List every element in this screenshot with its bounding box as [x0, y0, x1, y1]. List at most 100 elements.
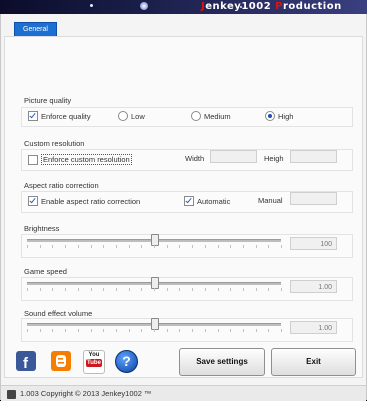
slider-tick — [115, 329, 117, 332]
enforce-resolution-checkbox[interactable]: Enforce custom resolution — [28, 154, 132, 165]
checkbox-label: Enforce custom resolution — [41, 154, 132, 165]
help-icon[interactable]: ? — [115, 350, 138, 373]
slider-tick — [27, 288, 28, 291]
slider-tick — [255, 245, 257, 248]
quality-medium-radio[interactable]: Medium — [191, 111, 231, 121]
enforce-quality-checkbox[interactable]: Enforce quality — [28, 111, 91, 121]
slider-tick — [242, 288, 244, 291]
star-decoration — [90, 4, 93, 7]
checkbox-box[interactable] — [28, 196, 38, 206]
slider-tick — [192, 288, 194, 291]
slider-tick — [217, 245, 219, 248]
slider-tick — [281, 245, 282, 248]
width-input[interactable] — [210, 150, 257, 163]
width-label: Width — [185, 154, 205, 163]
slider-tick — [77, 329, 79, 332]
checkbox-box[interactable] — [28, 154, 38, 165]
slider-tick — [217, 329, 219, 332]
slider-tick — [52, 329, 54, 332]
slider-tick — [128, 245, 130, 248]
slider-tick — [65, 288, 67, 291]
save-settings-button[interactable]: Save settings — [179, 348, 265, 376]
slider-tick — [268, 245, 270, 248]
slider-tick — [179, 288, 181, 291]
brightness-value-field[interactable]: 100 — [290, 237, 337, 250]
slider-tick — [242, 245, 244, 248]
slider-tick — [115, 288, 117, 291]
settings-window: General Picture quality Enforce quality … — [0, 14, 367, 401]
youtube-label-you: You — [88, 352, 100, 358]
game-speed-value-field[interactable]: 1.00 — [290, 280, 337, 293]
slider-tick — [192, 329, 194, 332]
exit-button[interactable]: Exit — [271, 348, 356, 376]
slider-tick — [65, 245, 67, 248]
slider-tick — [268, 288, 270, 291]
enable-aspect-checkbox[interactable]: Enable aspect ratio correction — [28, 196, 140, 206]
slider-tick — [39, 329, 41, 332]
slider-tick — [281, 329, 282, 332]
brightness-title: Brightness — [24, 224, 60, 233]
slider-tick — [204, 245, 206, 248]
slider-tick — [204, 288, 206, 291]
height-input[interactable] — [290, 150, 337, 163]
quality-high-radio[interactable]: High — [265, 111, 293, 121]
slider-tick — [204, 329, 206, 332]
help-icon-glyph: ? — [122, 353, 131, 369]
status-bar: 1.003 Copyright © 2013 Jenkey1002 ™ — [1, 385, 366, 401]
youtube-icon[interactable]: You Tube — [83, 350, 105, 374]
slider-tick — [103, 329, 105, 332]
slider-tick — [255, 288, 257, 291]
slider-tick — [128, 288, 130, 291]
slider-tick — [192, 245, 194, 248]
automatic-checkbox[interactable]: Automatic — [184, 196, 230, 206]
brightness-slider-thumb[interactable] — [151, 234, 159, 246]
checkbox-label: Automatic — [197, 196, 231, 206]
status-text: 1.003 Copyright © 2013 Jenkey1002 ™ — [20, 389, 152, 398]
slider-tick — [154, 288, 155, 291]
manual-input[interactable] — [290, 192, 337, 205]
slider-tick — [230, 245, 232, 248]
facebook-icon[interactable]: f — [16, 351, 36, 372]
blogger-icon[interactable] — [51, 351, 71, 371]
quality-low-radio[interactable]: Low — [118, 111, 145, 121]
slider-tick — [166, 329, 168, 332]
slider-tick — [128, 329, 130, 332]
youtube-label-tube: Tube — [86, 359, 102, 367]
slider-tick — [281, 288, 282, 291]
slider-tick — [103, 245, 105, 248]
custom-resolution-title: Custom resolution — [24, 139, 85, 148]
slider-tick — [166, 288, 168, 291]
game-speed-title: Game speed — [24, 267, 67, 276]
banner-title: Jenkey1002 Production — [201, 1, 342, 12]
slider-tick — [217, 288, 219, 291]
slider-tick — [90, 288, 92, 291]
game-speed-slider-thumb[interactable] — [151, 277, 159, 289]
slider-tick — [154, 329, 155, 332]
slider-tick — [52, 245, 54, 248]
app-icon — [7, 389, 16, 399]
sound-volume-slider-thumb[interactable] — [151, 318, 159, 330]
slider-tick — [115, 245, 117, 248]
slider-tick — [268, 329, 270, 332]
checkbox-box[interactable] — [184, 196, 194, 206]
slider-tick — [77, 245, 79, 248]
height-label: Heigh — [264, 154, 284, 163]
slider-tick — [27, 329, 28, 332]
svg-text:f: f — [23, 355, 29, 371]
checkbox-box[interactable] — [28, 111, 38, 121]
radio-button[interactable] — [118, 111, 128, 121]
slider-tick — [52, 288, 54, 291]
radio-button[interactable] — [265, 111, 275, 121]
slider-tick — [141, 329, 143, 332]
slider-tick — [141, 288, 143, 291]
checkbox-label: Enable aspect ratio correction — [41, 196, 141, 206]
sound-volume-value-field[interactable]: 1.00 — [290, 321, 337, 334]
slider-tick — [90, 329, 92, 332]
title-banner: Jenkey1002 Production — [0, 0, 367, 14]
radio-button[interactable] — [191, 111, 201, 121]
slider-tick — [154, 245, 155, 248]
slider-tick — [39, 288, 41, 291]
slider-tick — [65, 329, 67, 332]
star-decoration — [140, 2, 148, 10]
slider-tick — [230, 288, 232, 291]
